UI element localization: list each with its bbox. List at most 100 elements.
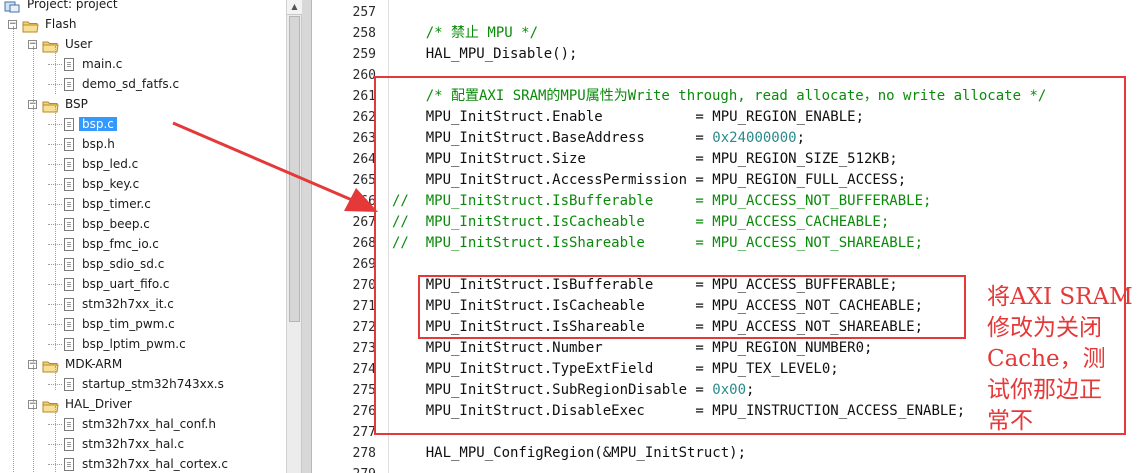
tree-item-label: Project: project	[27, 0, 118, 11]
folder-icon	[42, 38, 59, 53]
folder-icon	[42, 398, 59, 413]
file-icon	[64, 278, 74, 291]
tree-item-label: bsp.c	[79, 117, 117, 131]
tree-file-item[interactable]: bsp_key.c	[79, 174, 142, 194]
scroll-up-arrow-icon[interactable]: ▲	[287, 0, 302, 15]
line-number: 268	[352, 236, 376, 251]
code-line[interactable]: HAL_MPU_ConfigRegion(&MPU_InitStruct);	[392, 443, 746, 464]
line-number: 263	[352, 131, 376, 146]
file-icon	[64, 118, 74, 131]
tree-item-label: bsp_led.c	[82, 157, 139, 171]
tree-item-label: bsp_timer.c	[82, 197, 151, 211]
tree-folder-item[interactable]: Project: project	[24, 0, 121, 14]
line-number: 275	[352, 383, 376, 398]
tree-file-item[interactable]: startup_stm32h743xx.s	[79, 374, 227, 394]
tree-file-item[interactable]: bsp_tim_pwm.c	[79, 314, 178, 334]
annotation-box-cache-lines	[418, 275, 966, 339]
tree-item-label: main.c	[82, 57, 123, 71]
line-number: 262	[352, 110, 376, 125]
tree-item-label: stm32h7xx_hal_cortex.c	[82, 457, 228, 471]
annotation-note-line: 将AXI SRAM	[987, 284, 1133, 310]
file-icon	[64, 58, 74, 71]
line-number: 257	[352, 5, 376, 20]
tree-file-item[interactable]: stm32h7xx_it.c	[79, 294, 177, 314]
scrollbar-thumb[interactable]	[289, 16, 300, 322]
tree-item-label: bsp_beep.c	[82, 217, 150, 231]
line-number: 266	[352, 194, 376, 209]
line-number: 261	[352, 89, 376, 104]
line-number: 272	[352, 320, 376, 335]
tree-file-item[interactable]: bsp.c	[79, 114, 117, 134]
line-number: 260	[352, 68, 376, 83]
tree-item-label: BSP	[65, 97, 88, 111]
tree-file-item[interactable]: stm32h7xx_hal_cortex.c	[79, 454, 231, 473]
file-icon	[64, 298, 74, 311]
tree-item-label: User	[65, 37, 93, 51]
annotation-note-line: 试你那边正	[987, 377, 1102, 403]
file-icon	[64, 378, 74, 391]
file-icon	[64, 438, 74, 451]
code-text: HAL_MPU_ConfigRegion(&MPU_InitStruct);	[392, 445, 747, 461]
tree-file-item[interactable]: stm32h7xx_hal.c	[79, 434, 187, 454]
code-line[interactable]: /* 禁止 MPU */	[392, 23, 538, 44]
tree-file-item[interactable]: bsp_led.c	[79, 154, 141, 174]
line-number: 273	[352, 341, 376, 356]
line-number: 271	[352, 299, 376, 314]
file-icon	[64, 258, 74, 271]
tree-folder-item[interactable]: HAL_Driver	[62, 394, 135, 414]
tree-file-item[interactable]: bsp_uart_fifo.c	[79, 274, 172, 294]
tree-item-label: Flash	[45, 17, 77, 31]
tree-file-item[interactable]: main.c	[79, 54, 125, 74]
line-number: 259	[352, 47, 376, 62]
file-icon	[64, 458, 74, 471]
tree-vertical-scrollbar[interactable]: ▲	[286, 0, 302, 473]
tree-folder-item[interactable]: Flash	[42, 14, 79, 34]
panel-splitter[interactable]	[302, 0, 312, 473]
file-icon	[64, 318, 74, 331]
folder-icon	[22, 18, 39, 33]
tree-connector-line	[55, 366, 56, 390]
tree-item-label: stm32h7xx_it.c	[82, 297, 174, 311]
line-number: 267	[352, 215, 376, 230]
annotation-note-line: 常不	[987, 408, 1033, 434]
tree-connector-line	[13, 26, 14, 473]
file-icon	[64, 158, 74, 171]
tree-connector-line	[33, 406, 34, 473]
tree-file-item[interactable]: bsp_timer.c	[79, 194, 154, 214]
tree-folder-item[interactable]: BSP	[62, 94, 91, 114]
tree-folder-item[interactable]: MDK-ARM	[62, 354, 125, 374]
line-number: 270	[352, 278, 376, 293]
tree-file-item[interactable]: bsp_fmc_io.c	[79, 234, 162, 254]
line-number: 278	[352, 446, 376, 461]
annotation-note: 将AXI SRAM 修改为关闭 Cache，测 试你那边正 常不	[987, 282, 1137, 437]
line-number: 269	[352, 257, 376, 272]
tree-item-label: stm32h7xx_hal_conf.h	[82, 417, 216, 431]
tree-file-item[interactable]: bsp_lptim_pwm.c	[79, 334, 189, 354]
tree-item-label: demo_sd_fatfs.c	[82, 77, 180, 91]
tree-item-label: bsp_tim_pwm.c	[82, 317, 175, 331]
code-line[interactable]: HAL_MPU_Disable();	[392, 44, 578, 65]
tree-item-label: stm32h7xx_hal.c	[82, 437, 185, 451]
line-number: 276	[352, 404, 376, 419]
tree-file-item[interactable]: bsp.h	[79, 134, 118, 154]
line-number: 279	[312, 464, 376, 473]
tree-connector-line	[55, 406, 56, 473]
tree-file-item[interactable]: bsp_beep.c	[79, 214, 153, 234]
tree-item-label: bsp_lptim_pwm.c	[82, 337, 186, 351]
file-icon	[64, 178, 74, 191]
tree-connector-line	[33, 106, 34, 446]
tree-item-label: startup_stm32h743xx.s	[82, 377, 224, 391]
line-number: 265	[352, 173, 376, 188]
line-number: 264	[352, 152, 376, 167]
line-number: 258	[352, 26, 376, 41]
file-icon	[64, 418, 74, 431]
tree-item-label: HAL_Driver	[65, 397, 132, 411]
tree-folder-item[interactable]: User	[62, 34, 95, 54]
tree-item-label: bsp_sdio_sd.c	[82, 257, 165, 271]
tree-file-item[interactable]: stm32h7xx_hal_conf.h	[79, 414, 219, 434]
tree-file-item[interactable]: demo_sd_fatfs.c	[79, 74, 182, 94]
tree-file-item[interactable]: bsp_sdio_sd.c	[79, 254, 167, 274]
tree-connector-line	[33, 366, 34, 386]
annotation-note-line: Cache，测	[987, 346, 1106, 372]
